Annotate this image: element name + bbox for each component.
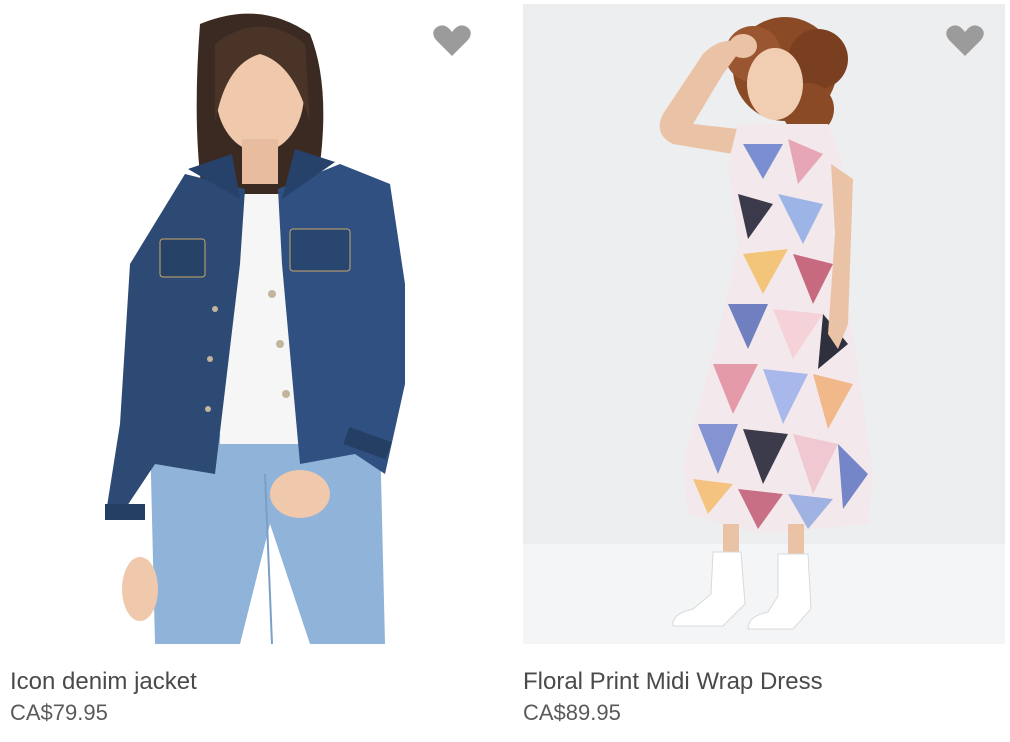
product-grid: Icon denim jacket CA$79.95 Floral Print … — [0, 0, 1010, 742]
product-card-denim-jacket[interactable]: Icon denim jacket CA$79.95 — [10, 4, 492, 726]
product-price: CA$89.95 — [523, 700, 621, 725]
denim-jacket-photo — [10, 4, 492, 644]
product-price: CA$79.95 — [10, 700, 108, 725]
heart-icon — [946, 25, 984, 56]
heart-icon — [433, 25, 471, 56]
product-image-denim-jacket[interactable] — [10, 4, 492, 644]
product-name[interactable]: Icon denim jacket — [10, 668, 492, 696]
product-image-floral-dress[interactable] — [523, 4, 1005, 644]
product-name[interactable]: Floral Print Midi Wrap Dress — [523, 668, 1005, 696]
favorite-button[interactable] — [945, 24, 985, 58]
floral-dress-photo — [523, 4, 1005, 644]
product-card-floral-dress[interactable]: Floral Print Midi Wrap Dress CA$89.95 — [523, 4, 1005, 726]
favorite-button[interactable] — [432, 24, 472, 58]
